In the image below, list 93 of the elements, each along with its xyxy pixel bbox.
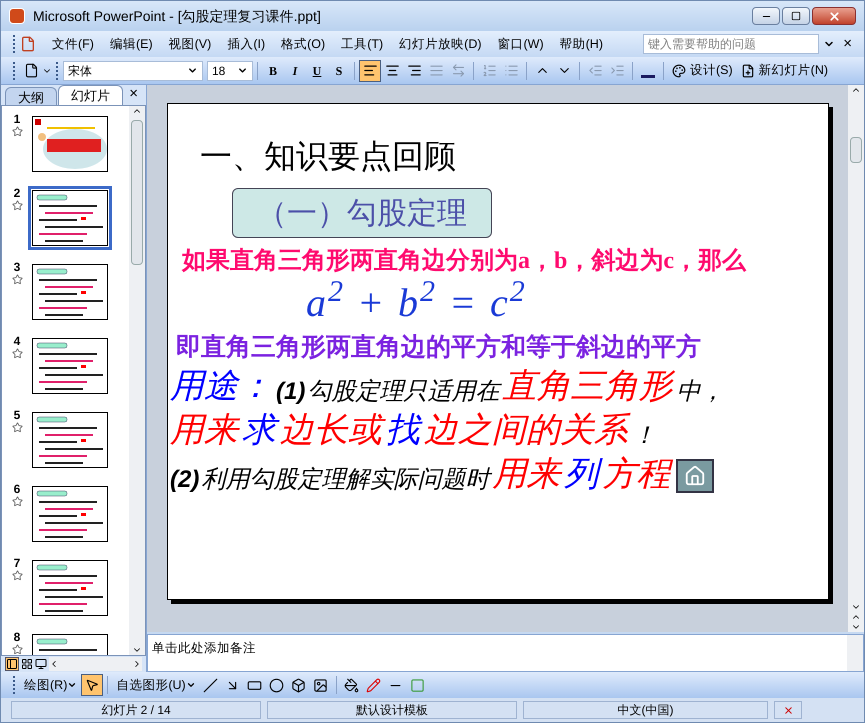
status-field: 幻灯片 2 / 14 — [11, 701, 261, 719]
menu-item[interactable]: 文件(F) — [44, 34, 102, 54]
slide-number: 7 — [14, 556, 20, 570]
pointer-icon — [85, 678, 100, 692]
theorem-summary: 即直角三角形两直角边的平方和等于斜边的平方 — [176, 332, 701, 363]
usage-text: 找 — [386, 409, 424, 453]
menu-item[interactable]: 工具(T) — [333, 34, 392, 54]
slide-number: 3 — [14, 260, 20, 274]
status-field: 中文(中国) — [523, 701, 768, 719]
slide-number: 5 — [14, 408, 20, 422]
select-button[interactable] — [81, 674, 104, 696]
usage-text: 用来 — [492, 455, 564, 495]
minimize-button[interactable] — [752, 7, 780, 25]
close-document-button[interactable]: × — [839, 32, 856, 56]
theorem-statement: 如果直角三角形两直角边分别为a，b，斜边为c，那么 — [182, 246, 748, 276]
panel-tab[interactable]: 大纲 — [5, 87, 57, 105]
window-title: Microsoft PowerPoint - [勾股定理复习课件.ppt] — [33, 6, 321, 26]
usage-text: 勾股定理只适用在 — [307, 375, 502, 409]
font-size: 18 — [212, 62, 226, 80]
slide-number: 1 — [14, 112, 20, 126]
restore-icon — [791, 11, 801, 21]
menu-item[interactable]: 格式(O) — [273, 34, 334, 54]
align-icon — [384, 63, 400, 78]
star-icon — [12, 644, 22, 655]
menu-item[interactable]: 插入(I) — [219, 34, 274, 54]
palette-icon — [672, 64, 686, 78]
font-name: 宋体 — [68, 62, 92, 80]
slide-thumbnail[interactable] — [28, 186, 112, 250]
text-style-button[interactable]: U — [306, 60, 328, 82]
star-icon — [12, 348, 22, 359]
text-style-button[interactable]: I — [284, 60, 306, 82]
usage-text: 列 — [564, 453, 602, 497]
text-style-button[interactable]: B — [262, 60, 284, 82]
home-icon — [684, 465, 706, 487]
star-icon — [12, 126, 22, 137]
slide-number: 6 — [14, 482, 20, 496]
text-style-button[interactable]: S — [328, 60, 350, 82]
scrollbar-thumb[interactable] — [131, 120, 143, 265]
slideshow-button[interactable] — [35, 658, 47, 670]
font-field[interactable]: 宋体 — [63, 60, 203, 80]
scrollbar-thumb[interactable] — [850, 137, 862, 163]
new-slide-button[interactable]: 新幻灯片(N) — [736, 61, 832, 80]
panel-close-button[interactable]: × — [125, 82, 142, 105]
align-button[interactable] — [359, 60, 381, 82]
slide-sorter-button[interactable] — [21, 658, 33, 670]
usage-text: (1) — [276, 377, 306, 407]
usage-text: (2) — [170, 465, 200, 495]
menu-item[interactable]: 帮助(H) — [552, 34, 611, 54]
align-icon — [406, 63, 422, 78]
menu-item[interactable]: 窗口(W) — [490, 34, 552, 54]
menu-item[interactable]: 视图(V) — [160, 34, 220, 54]
slide-number: 2 — [14, 186, 20, 200]
notes-scrollbar[interactable] — [847, 635, 863, 671]
star-icon — [12, 496, 22, 507]
menu-item[interactable]: 编辑(E) — [102, 34, 161, 54]
usage-text: 方程 — [602, 453, 674, 497]
star-icon — [12, 570, 22, 581]
new-slide-icon — [740, 64, 755, 78]
star-icon — [12, 422, 22, 433]
formula: a$^{2}$ + b$^{2}$ = c$^{2}$ — [306, 277, 528, 327]
usage-text: 中， — [676, 378, 726, 407]
close-button[interactable] — [812, 7, 856, 25]
section-title: （一）勾股定理 — [232, 188, 492, 238]
normal-view-button[interactable] — [5, 657, 19, 671]
app-icon — [9, 8, 25, 24]
panel-tab[interactable]: 幻灯片 — [58, 85, 123, 105]
slide-number: 8 — [14, 630, 20, 644]
draw-menu-button[interactable]: 绘图(R) — [20, 676, 82, 694]
menu-item[interactable]: 幻灯片放映(D) — [391, 34, 490, 54]
usage-text: 边之间的关系 — [424, 409, 632, 453]
home-button[interactable] — [676, 459, 714, 493]
usage-text: 直角三角形 — [502, 365, 676, 409]
font-size-field[interactable]: 18 — [207, 60, 253, 80]
star-icon — [12, 200, 22, 211]
usage-text: 求 — [242, 409, 280, 453]
design-button[interactable]: 设计(S) — [668, 61, 737, 80]
slide-heading: 一、知识要点回顾 — [200, 137, 456, 176]
autoshapes-button[interactable]: 自选图形(U) — [112, 676, 200, 694]
usage-text: ！ — [632, 422, 657, 451]
toolbar-grip[interactable] — [13, 676, 16, 694]
document-icon[interactable] — [20, 36, 36, 52]
help-search-field[interactable]: 键入需要帮助的问题 — [643, 34, 820, 54]
status-field: 默认设计模板 — [267, 701, 517, 719]
close-icon — [828, 10, 840, 22]
usage-text: 用来 — [170, 411, 241, 451]
spelling-status-icon — [774, 701, 802, 719]
usage-text: 用途： — [170, 367, 273, 407]
align-icon — [362, 63, 378, 78]
usage-text: 边长或 — [280, 409, 386, 453]
usage-text: 利用勾股定理解实际问题时 — [201, 463, 492, 497]
star-icon — [12, 274, 22, 285]
slide-number: 4 — [14, 334, 20, 348]
restore-button[interactable] — [782, 7, 810, 25]
